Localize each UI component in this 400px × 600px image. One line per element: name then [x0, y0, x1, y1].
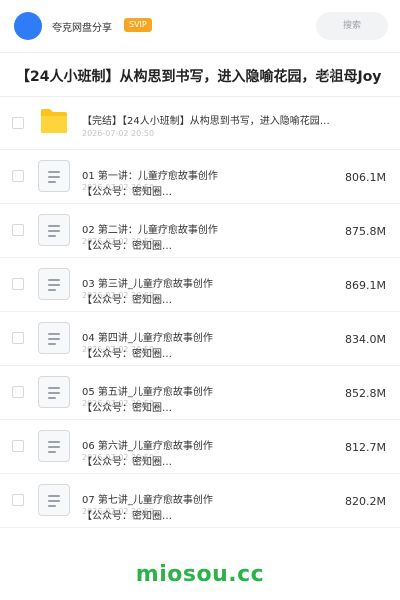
item-name: 05 第五讲_儿童疗愈故事创作: [82, 387, 213, 398]
item-size: 875.8M: [345, 225, 386, 238]
item-subtitle: 【公众号：密知圈…: [82, 511, 172, 522]
item-size: 852.8M: [345, 387, 386, 400]
list-item-folder[interactable]: 【完结】【24人小班制】从构思到书写，进入隐喻花园… 2026-07-02 20…: [0, 96, 400, 150]
folder-item-count: 共8项: [318, 71, 337, 79]
avatar[interactable]: [14, 12, 42, 40]
document-icon: [38, 214, 70, 246]
select-checkbox[interactable]: [12, 117, 24, 129]
list-item[interactable]: 07 第七讲_儿童疗愈故事创作 2026-07-02 20:50 【公众号：密知…: [0, 474, 400, 528]
select-checkbox[interactable]: [12, 332, 24, 344]
item-subtitle: 【公众号：密知圈…: [82, 349, 172, 360]
item-name: 03 第三讲_儿童疗愈故事创作: [82, 279, 213, 290]
list-item[interactable]: 04 第四讲_儿童疗愈故事创作 2026-07-02 20:50 【公众号：密知…: [0, 312, 400, 366]
item-subtitle: 【公众号：密知圈…: [82, 187, 172, 198]
document-icon: [38, 430, 70, 462]
list-item[interactable]: 02 第二讲：儿童疗愈故事创作 2026-07-02 20:50 【公众号：密知…: [0, 204, 400, 258]
item-size: 834.0M: [345, 333, 386, 346]
list-item[interactable]: 01 第一讲：儿童疗愈故事创作 2026-07-02 20:50 【公众号：密知…: [0, 150, 400, 204]
item-date: 2026-07-02 20:50: [82, 129, 155, 138]
item-subtitle: 【公众号：密知圈…: [82, 295, 172, 306]
document-icon: [38, 484, 70, 516]
select-checkbox[interactable]: [12, 278, 24, 290]
share-title: 夸克网盘分享: [52, 23, 112, 34]
item-name: 02 第二讲：儿童疗愈故事创作: [82, 225, 218, 236]
select-checkbox[interactable]: [12, 170, 24, 182]
select-checkbox[interactable]: [12, 386, 24, 398]
item-name: 07 第七讲_儿童疗愈故事创作: [82, 495, 213, 506]
document-icon: [38, 376, 70, 408]
share-header: 夸克网盘分享 SVIP 搜索: [0, 0, 400, 52]
select-checkbox[interactable]: [12, 224, 24, 236]
item-subtitle: 【公众号：密知圈…: [82, 403, 172, 414]
document-icon: [38, 268, 70, 300]
document-icon: [38, 322, 70, 354]
list-item[interactable]: 03 第三讲_儿童疗愈故事创作 2026-07-02 20:50 【公众号：密知…: [0, 258, 400, 312]
header-divider: [0, 52, 400, 53]
select-checkbox[interactable]: [12, 494, 24, 506]
svip-badge: SVIP: [124, 18, 152, 32]
item-size: 806.1M: [345, 171, 386, 184]
select-checkbox[interactable]: [12, 440, 24, 452]
list-item[interactable]: 05 第五讲_儿童疗愈故事创作 2026-07-02 20:50 【公众号：密知…: [0, 366, 400, 420]
item-size: 869.1M: [345, 279, 386, 292]
document-icon: [38, 160, 70, 192]
item-subtitle: 【公众号：密知圈…: [82, 457, 172, 468]
folder-title: 【24人小班制】从构思到书写，进入隐喻花园，老祖母Joy: [16, 69, 382, 85]
item-size: 812.7M: [345, 441, 386, 454]
item-name: 04 第四讲_儿童疗愈故事创作: [82, 333, 213, 344]
folder-icon: [41, 109, 67, 133]
watermark: miosou.cc: [135, 562, 265, 587]
item-size: 820.2M: [345, 495, 386, 508]
item-name: 06 第六讲_儿童疗愈故事创作: [82, 441, 213, 452]
item-name: 【完结】【24人小班制】从构思到书写，进入隐喻花园…: [82, 116, 330, 127]
item-subtitle: 【公众号：密知圈…: [82, 241, 172, 252]
list-item[interactable]: 06 第六讲_儿童疗愈故事创作 2026-07-02 20:50 【公众号：密知…: [0, 420, 400, 474]
item-name: 01 第一讲：儿童疗愈故事创作: [82, 171, 218, 182]
row-divider: [0, 527, 400, 528]
search-input[interactable]: 搜索: [316, 12, 388, 40]
